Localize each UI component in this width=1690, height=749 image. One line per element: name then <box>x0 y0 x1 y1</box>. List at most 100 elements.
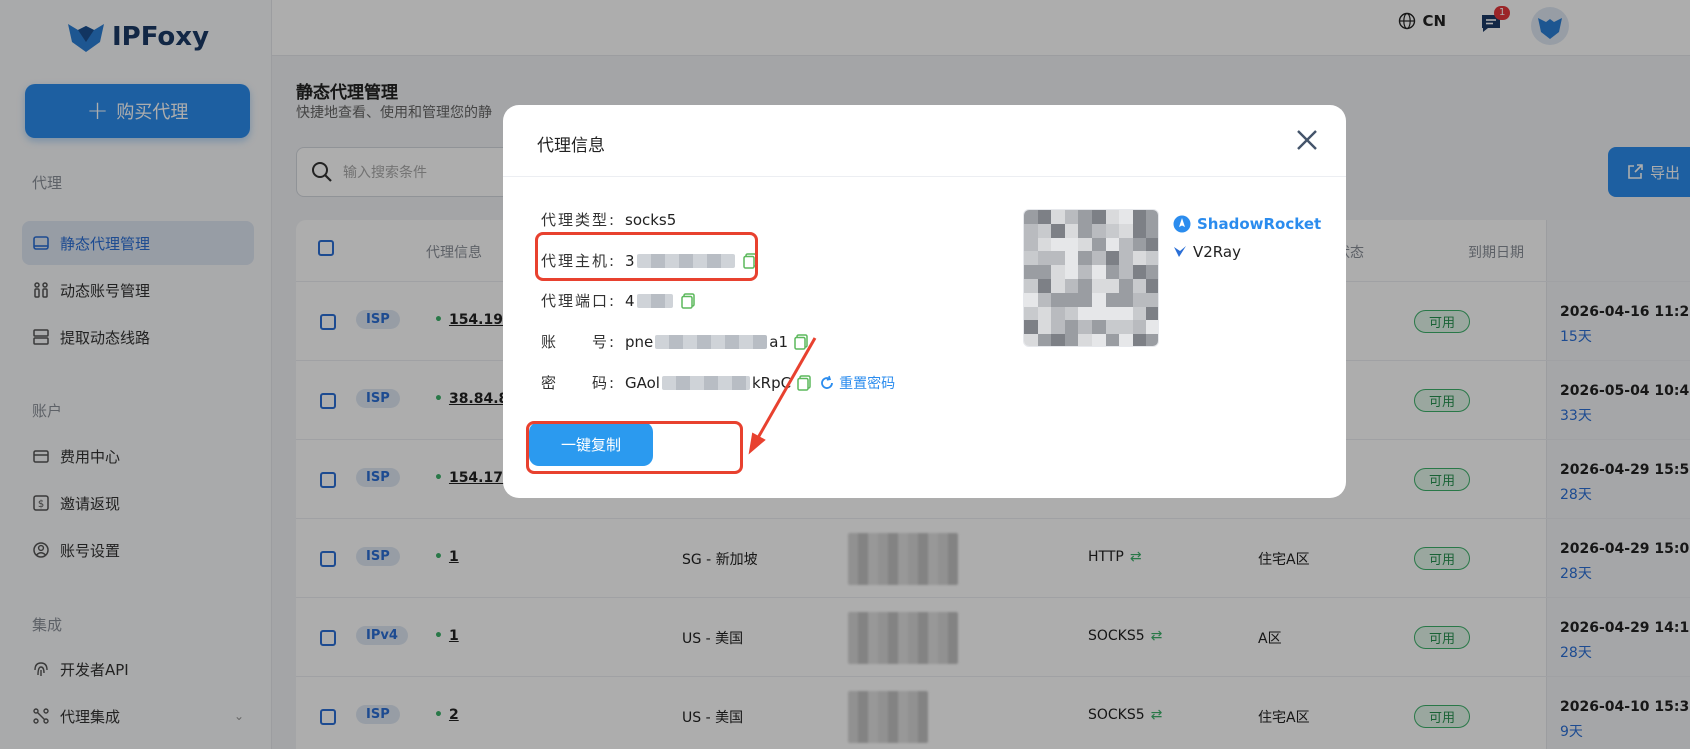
qr-pixel <box>1105 292 1120 307</box>
qr-pixel <box>1132 237 1147 252</box>
field-label: 代理类型: <box>541 211 617 229</box>
qr-pixel <box>1092 292 1106 307</box>
qr-pixel <box>1132 292 1147 307</box>
qr-pixel <box>1105 210 1120 224</box>
qr-pixel <box>1064 279 1079 293</box>
qr-pixel <box>1146 306 1158 321</box>
qr-pixel <box>1092 251 1106 266</box>
field-label: 账 号: <box>541 333 617 351</box>
v2ray-icon <box>1174 246 1186 257</box>
qr-pixel <box>1064 265 1079 280</box>
client-v2ray[interactable]: V2Ray <box>1173 243 1241 261</box>
qr-pixel <box>1092 306 1106 321</box>
qr-pixel <box>1024 334 1038 346</box>
qr-pixel <box>1051 251 1066 266</box>
field-label: 密 码: <box>541 374 617 392</box>
copy-icon[interactable] <box>680 292 695 309</box>
reset-password-label: 重置密码 <box>839 375 896 392</box>
qr-pixel <box>1132 251 1147 266</box>
qr-pixel <box>1119 279 1134 293</box>
qr-pixel <box>1037 251 1052 266</box>
qr-pixel <box>1105 251 1120 266</box>
field-value-prefix[interactable]: GAol <box>625 374 660 392</box>
field-account: 账 号: pne a1 <box>541 331 808 352</box>
qr-pixel <box>1078 251 1093 266</box>
qr-pixel <box>1064 334 1079 346</box>
qr-pixel <box>1146 251 1158 266</box>
qr-pixel <box>1037 279 1052 293</box>
qr-pixel <box>1146 223 1158 238</box>
qr-pixel <box>1078 265 1093 280</box>
qr-pixel <box>1024 306 1038 321</box>
reset-password-button[interactable]: 重置密码 <box>819 373 895 393</box>
qr-pixel <box>1146 210 1158 224</box>
qr-pixel <box>1146 334 1158 346</box>
qr-pixel <box>1119 265 1134 280</box>
qr-pixel <box>1037 265 1052 280</box>
qr-pixel <box>1051 292 1066 307</box>
field-value-prefix[interactable]: pne <box>625 333 653 351</box>
qr-pixel <box>1024 223 1038 238</box>
qr-pixel <box>1064 320 1079 335</box>
qr-pixel <box>1105 237 1120 252</box>
masked-value <box>636 293 673 308</box>
qr-pixel <box>1024 251 1038 266</box>
annotation-highlight-host <box>535 232 758 281</box>
qr-pixel <box>1132 279 1147 293</box>
qr-pixel <box>1146 320 1158 335</box>
qr-pixel <box>1146 265 1158 280</box>
field-value: socks5 <box>625 210 677 229</box>
qr-pixel <box>1051 237 1066 252</box>
qr-pixel <box>1024 210 1038 224</box>
close-icon[interactable] <box>1294 127 1320 153</box>
qr-pixel <box>1064 292 1079 307</box>
qr-pixel <box>1105 334 1120 346</box>
qr-pixel <box>1132 223 1147 238</box>
qr-pixel <box>1024 237 1038 252</box>
field-value[interactable]: 4 <box>625 292 635 310</box>
shadowrocket-icon <box>1173 215 1191 233</box>
qr-pixel <box>1105 265 1120 280</box>
qr-pixel <box>1105 306 1120 321</box>
qr-pixel <box>1064 210 1079 224</box>
qr-pixel <box>1024 279 1038 293</box>
qr-pixel <box>1092 265 1106 280</box>
qr-pixel <box>1132 210 1147 224</box>
qr-pixel <box>1051 210 1066 224</box>
qr-pixel <box>1037 292 1052 307</box>
proxy-info-modal: 代理信息 代理类型: socks5 代理主机: 3 代理端口: 4 账 号: p… <box>503 105 1346 498</box>
masked-value <box>655 334 768 349</box>
qr-pixel <box>1064 251 1079 266</box>
client-shadowrocket[interactable]: ShadowRocket <box>1173 215 1321 233</box>
qr-pixel <box>1105 223 1120 238</box>
qr-pixel <box>1092 210 1106 224</box>
masked-value <box>661 375 750 390</box>
qr-pixel <box>1078 334 1093 346</box>
qr-pixel <box>1051 306 1066 321</box>
qr-pixel <box>1024 292 1038 307</box>
copy-icon[interactable] <box>794 333 808 350</box>
qr-pixel <box>1119 251 1134 266</box>
qr-pixel <box>1078 210 1093 224</box>
qr-pixel <box>1064 306 1079 321</box>
qr-pixel <box>1051 334 1066 346</box>
qr-pixel <box>1064 223 1079 238</box>
field-proxy-type: 代理类型: socks5 <box>541 209 676 230</box>
qr-pixel <box>1146 292 1158 307</box>
qr-pixel <box>1078 306 1093 321</box>
qr-pixel <box>1037 237 1052 252</box>
qr-pixel <box>1119 334 1134 346</box>
qr-code <box>1023 209 1159 347</box>
qr-pixel <box>1105 320 1120 335</box>
qr-pixel <box>1078 223 1093 238</box>
annotation-highlight-copy <box>526 421 743 474</box>
qr-pixel <box>1037 320 1052 335</box>
qr-pixel <box>1119 292 1134 307</box>
qr-pixel <box>1037 223 1052 238</box>
qr-pixel <box>1119 237 1134 252</box>
copy-icon[interactable] <box>797 374 811 391</box>
qr-pixel <box>1051 279 1066 293</box>
qr-pixel <box>1132 265 1147 280</box>
field-password: 密 码: GAol kRpC 重置密码 <box>541 372 895 393</box>
modal-title: 代理信息 <box>537 136 605 156</box>
